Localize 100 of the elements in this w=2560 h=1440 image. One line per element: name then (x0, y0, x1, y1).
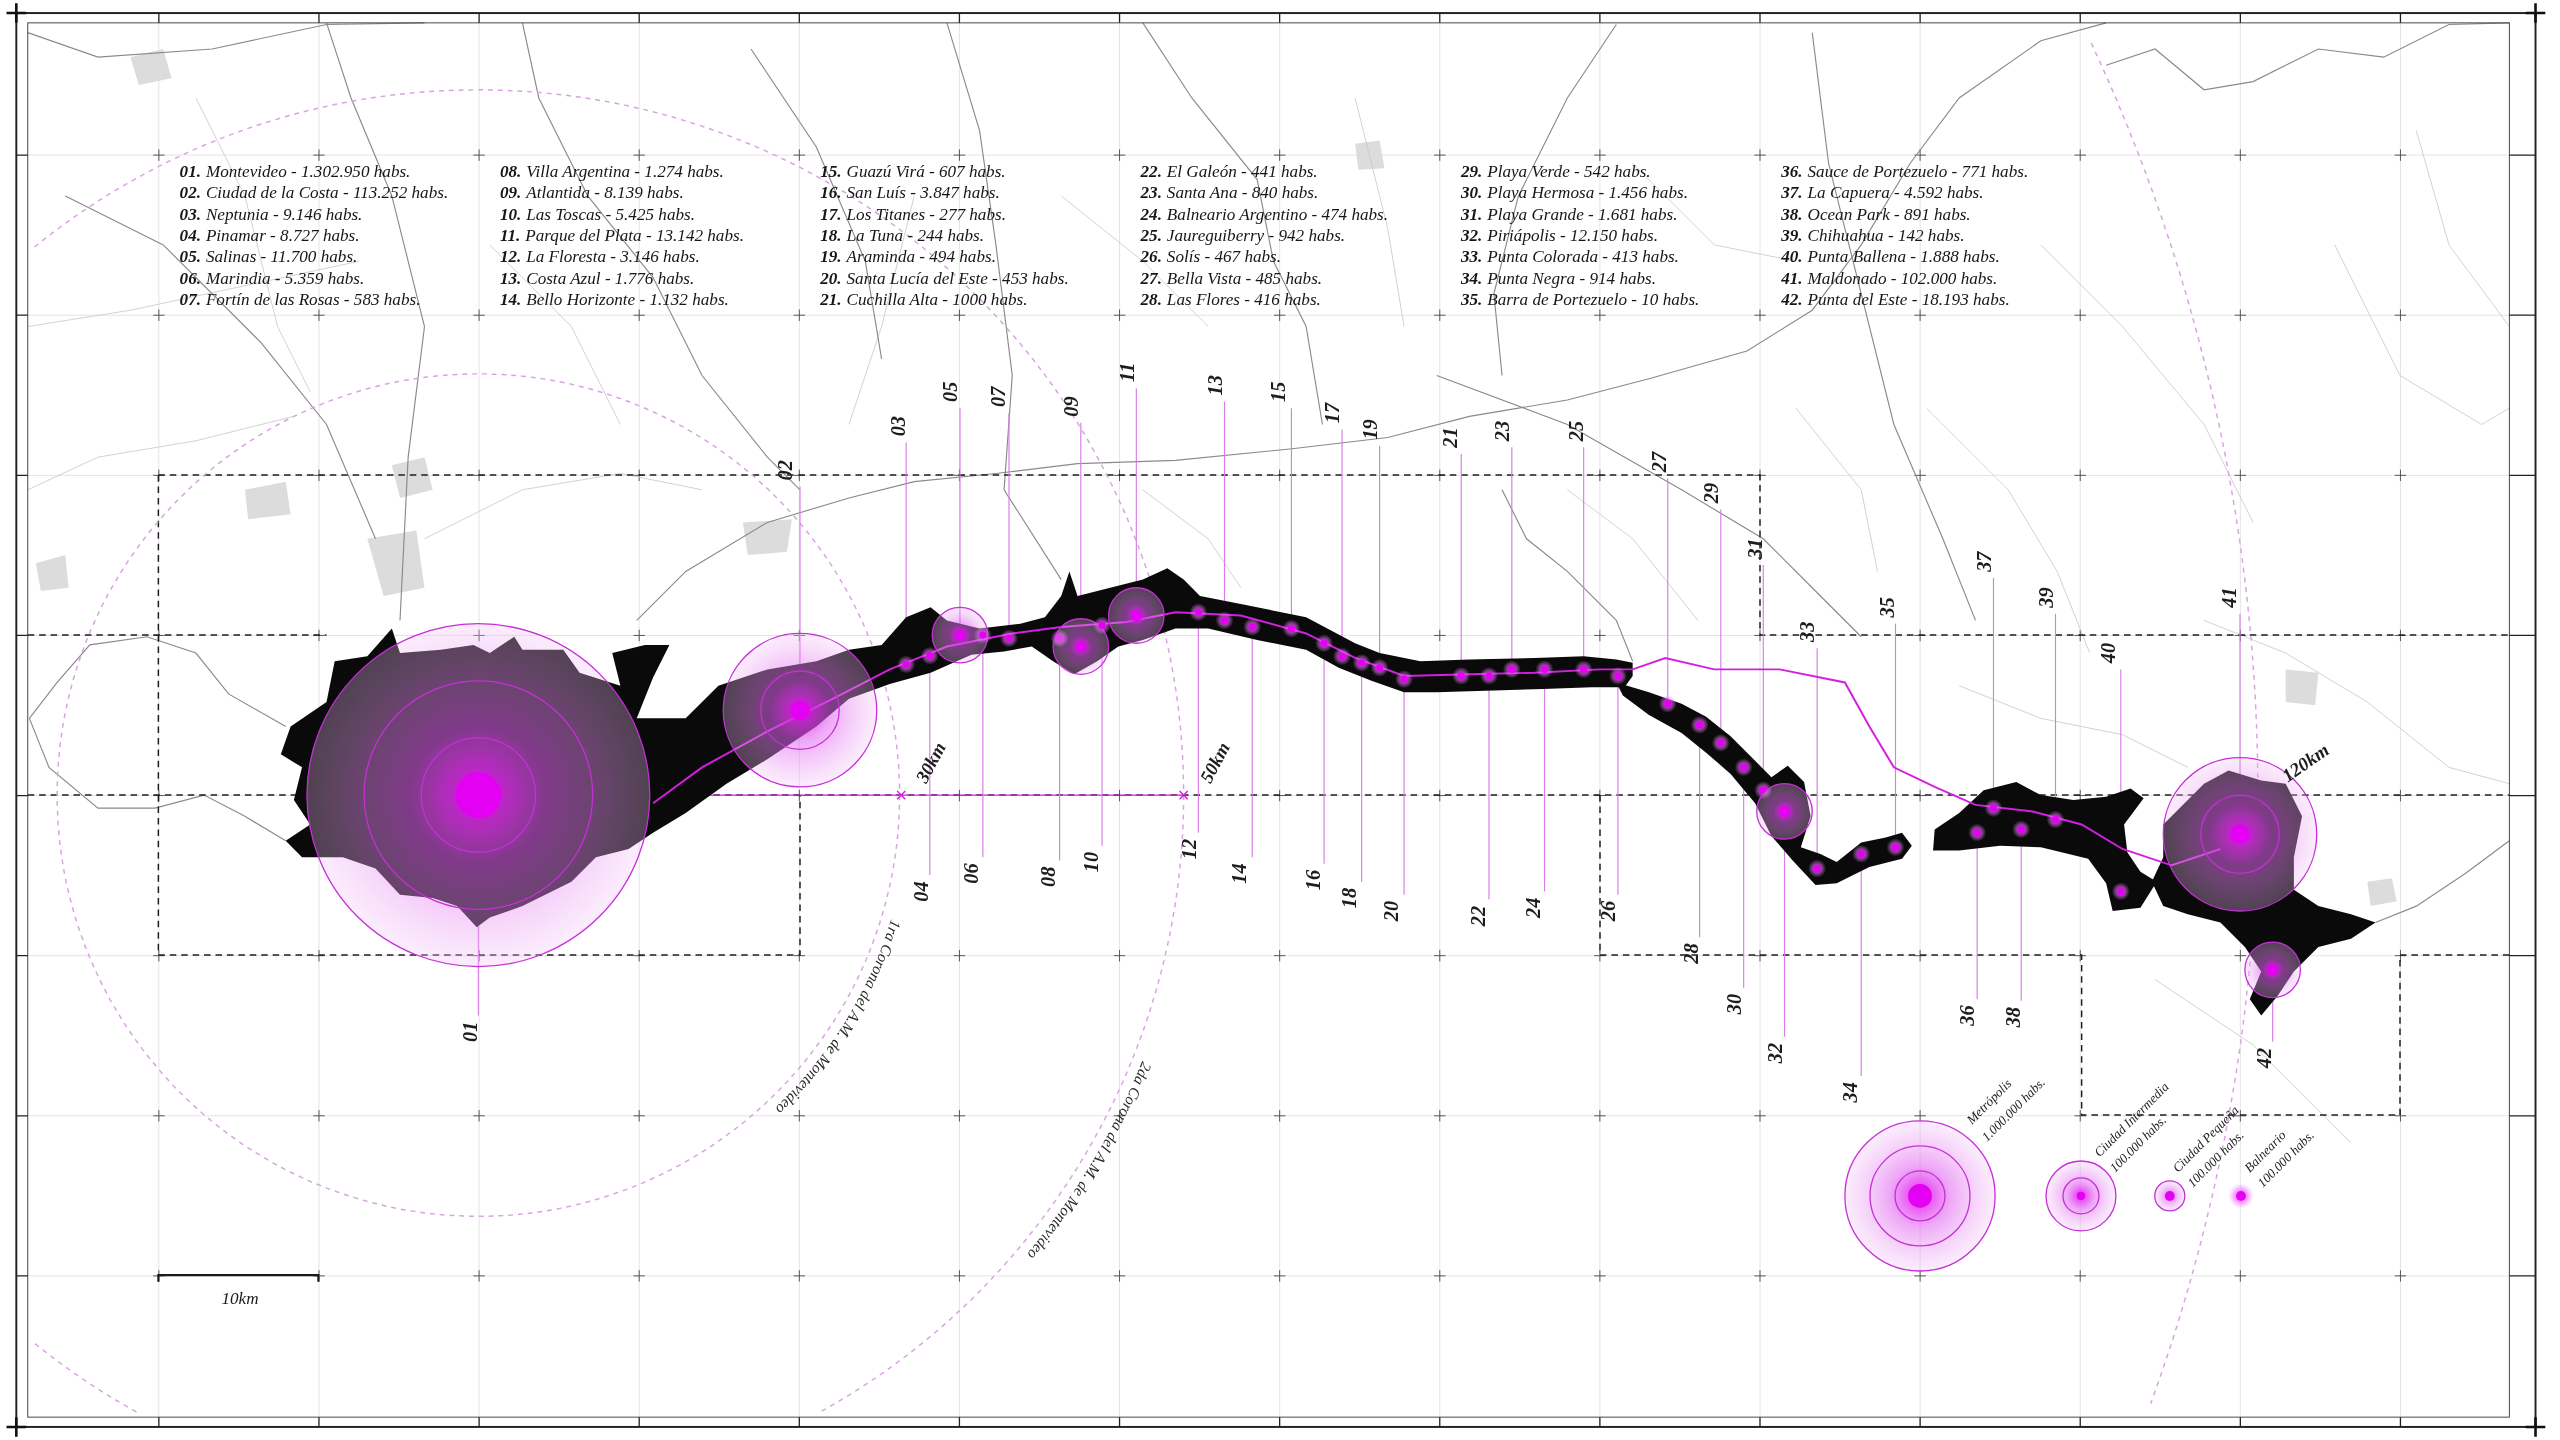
marker-number: 26 (1597, 900, 1620, 922)
population-entry: 34. Punta Negra - 914 habs. (1460, 268, 1657, 288)
population-entry: 19. Araminda - 494 habs. (820, 247, 996, 267)
marker-number: 09 (1060, 396, 1082, 417)
marker-number: 24 (1522, 897, 1545, 918)
marker-number: 29 (1700, 482, 1722, 504)
marker-number: 14 (1228, 863, 1251, 884)
settlement-dot (920, 646, 939, 665)
population-entry: 37. La Capuera - 4.592 habs. (1781, 183, 1984, 203)
population-entry: 16. San Luís - 3.847 habs. (820, 183, 1000, 203)
settlement-dot (897, 655, 916, 674)
settlement-dot (973, 626, 992, 645)
settlement-dot (2046, 810, 2065, 829)
population-entry: 42. Punta del Este - 18.193 habs. (1781, 290, 2010, 309)
marker-number: 05 (939, 381, 962, 403)
built-area-patch (367, 530, 425, 596)
population-entry: 07. Fortín de las Rosas - 583 habs. (179, 290, 421, 309)
settlement-dot (1315, 634, 1334, 653)
settlement-dot (1215, 611, 1234, 630)
marker-number: 04 (909, 881, 932, 902)
built-area-patch (742, 519, 792, 556)
built-area-patch (244, 481, 291, 520)
population-entry: 15. Guazú Virá - 607 habs. (820, 162, 1006, 182)
marker-number: 02 (774, 460, 797, 481)
marker-number: 38 (2002, 1006, 2025, 1028)
settlement-dot (1808, 859, 1827, 878)
settlement-dot (1734, 758, 1753, 777)
marker-number: 07 (986, 386, 1009, 407)
population-entry: 03. Neptunia - 9.146 habs. (179, 204, 363, 224)
marker-number: 30 (1722, 993, 1745, 1015)
settlement-dot (1574, 660, 1593, 679)
marker-number: 08 (1037, 866, 1060, 887)
marker-number: 18 (1337, 887, 1360, 909)
marker-number: 42 (2253, 1047, 2276, 1069)
settlement-dot (1352, 653, 1371, 672)
settlement-dot (1984, 799, 2003, 818)
population-entry: 02. Ciudad de la Costa - 113.252 habs. (179, 183, 449, 203)
marker-number: 06 (960, 863, 983, 884)
marker-number: 23 (1491, 420, 1514, 442)
population-entry: 01. Montevideo - 1.302.950 habs. (179, 162, 411, 182)
population-entry: 40. Punta Ballena - 1.888 habs. (1781, 247, 2000, 267)
population-entry: 08. Villa Argentina - 1.274 habs. (499, 162, 724, 182)
population-circle (1107, 587, 1165, 644)
population-entry: 11. Parque del Plata - 13.142 habs. (499, 226, 744, 246)
settlement-dot (1370, 658, 1389, 677)
population-entry: 35. Barra de Portezuelo - 10 habs. (1460, 290, 1700, 309)
population-circle (2244, 941, 2302, 999)
population-entry: 31. Playa Grande - 1.681 habs. (1460, 204, 1678, 224)
population-circle (1052, 618, 1110, 675)
marker-number: 10 (1079, 851, 1102, 873)
population-entry: 25. Jaureguiberry - 942 habs. (1140, 226, 1346, 246)
settlement-dot (1886, 838, 1905, 857)
settlement-dot (1658, 694, 1677, 713)
marker-number: 11 (1115, 362, 1138, 382)
settlement-dot (1968, 823, 1987, 842)
settlement-dot (1000, 629, 1018, 648)
population-entry: 13. Costa Azul - 1.776 habs. (499, 268, 695, 288)
population-entry: 39. Chihuahua - 142 habs. (1781, 226, 1965, 246)
built-area-patch (35, 555, 69, 591)
marker-number: 27 (1647, 451, 1670, 473)
settlement-dot (1189, 603, 1208, 622)
marker-number: 03 (886, 415, 909, 437)
marker-number: 25 (1564, 420, 1587, 442)
settlement-dot (1852, 844, 1871, 863)
population-entry: 28. Las Flores - 416 habs. (1140, 290, 1321, 309)
marker-number: 22 (1466, 905, 1489, 927)
built-area-patch (2367, 878, 2397, 907)
population-entry: 06. Marindia - 5.359 habs. (179, 268, 365, 288)
settlement-dot (1480, 666, 1498, 685)
population-circle (1756, 783, 1813, 840)
population-entry: 18. La Tuna - 244 habs. (820, 226, 985, 246)
population-entry: 32. Piriápolis - 12.150 habs. (1460, 226, 1658, 246)
population-entry: 41. Maldonado - 102.000 habs. (1781, 268, 1998, 288)
population-entry: 33. Punta Colorada - 413 habs. (1460, 247, 1679, 267)
population-entry: 27. Bella Vista - 485 habs. (1140, 268, 1323, 288)
population-entry: 14. Bello Horizonte - 1.132 habs. (499, 290, 729, 309)
marker-number: 15 (1267, 381, 1290, 403)
settlement-dot (1093, 616, 1111, 635)
population-entry: 30. Playa Hermosa - 1.456 habs. (1460, 183, 1688, 203)
marker-number: 34 (1838, 1082, 1861, 1103)
population-entry: 05. Salinas - 11.700 habs. (179, 247, 358, 267)
marker-number: 21 (1438, 427, 1461, 448)
legend-circle (2227, 1182, 2255, 1209)
population-entry: 20. Santa Lucía del Este - 453 habs. (820, 268, 1069, 288)
population-entry: 23. Santa Ana - 840 habs. (1140, 183, 1319, 203)
settlement-dot (1452, 666, 1471, 685)
settlement-dot (2111, 882, 2130, 901)
settlement-dot (1535, 660, 1554, 679)
scale-label: 10km (221, 1289, 259, 1309)
marker-number: 35 (1876, 597, 1899, 618)
population-entry: 26. Solís - 467 habs. (1140, 247, 1282, 267)
population-entry: 04. Pinamar - 8.727 habs. (179, 226, 360, 246)
distance-label: 50km (1195, 738, 1234, 787)
marker-number: 12 (1177, 838, 1200, 860)
population-entry: 21. Cuchilla Alta - 1000 habs. (820, 290, 1028, 309)
population-entry: 29. Playa Verde - 542 habs. (1460, 162, 1651, 182)
marker-number: 20 (1380, 900, 1402, 922)
marker-number: 17 (1321, 402, 1344, 424)
marker-number: 31 (1744, 538, 1767, 559)
settlement-dot (1395, 670, 1414, 689)
